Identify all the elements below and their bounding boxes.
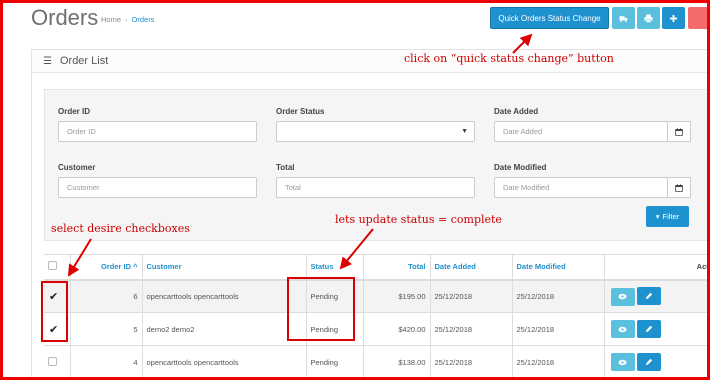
shipping-button[interactable] xyxy=(612,7,635,29)
breadcrumb-home[interactable]: Home xyxy=(101,15,121,24)
truck-icon xyxy=(619,15,628,22)
row-select-cell xyxy=(44,345,70,377)
customer-cell: opencarttools opencarttools xyxy=(141,279,306,313)
order-status-label: Order Status xyxy=(276,107,325,116)
orders-table: Order ID ^ Customer Status Total Date Ad… xyxy=(44,254,707,377)
annotation-select-checkboxes: select desire checkboxes xyxy=(51,222,190,235)
customer-header[interactable]: Customer xyxy=(141,254,306,281)
pencil-icon xyxy=(645,358,652,365)
action-cell xyxy=(603,345,707,377)
pencil-icon xyxy=(645,325,652,332)
edit-button[interactable] xyxy=(636,319,661,338)
annotation-quick-status: click on “quick status change” button xyxy=(404,52,614,65)
plus-icon xyxy=(669,14,678,22)
date-added-calendar-button[interactable] xyxy=(668,121,691,142)
date-modified-cell: 25/12/2018 xyxy=(511,279,604,313)
filter-button[interactable]: ▾ Filter xyxy=(646,206,689,227)
annotation-update-status: lets update status = complete xyxy=(335,213,502,226)
date-added-cell: 25/12/2018 xyxy=(429,279,512,313)
print-icon xyxy=(644,13,653,23)
orders-page: Orders Home › Orders Quick Orders Status C… xyxy=(3,3,707,377)
date-added-header[interactable]: Date Added xyxy=(429,254,512,281)
action-cell xyxy=(603,312,707,346)
pencil-icon xyxy=(645,292,652,300)
action-cell xyxy=(603,279,707,313)
date-added-cell: 25/12/2018 xyxy=(429,312,512,346)
table-header-row: Order ID ^ Customer Status Total Date Ad… xyxy=(44,254,707,281)
delete-button[interactable] xyxy=(688,7,707,29)
table-row: ✔ 5 demo2 demo2 Pending $420.00 25/12/20… xyxy=(44,312,707,346)
table-row: ✔ 6 opencarttools opencarttools Pending … xyxy=(44,279,707,313)
total-input[interactable]: Total xyxy=(276,177,475,198)
select-all-cell xyxy=(44,254,70,281)
page-title: Orders xyxy=(31,5,99,30)
customer-input[interactable]: Customer xyxy=(58,177,257,198)
order-id-label: Order ID xyxy=(58,107,91,116)
order-status-select[interactable]: ▼ xyxy=(276,121,475,142)
filter-button-label: Filter xyxy=(662,212,680,221)
date-modified-calendar-button[interactable] xyxy=(668,177,691,198)
calendar-icon xyxy=(675,127,683,136)
list-icon: ☰ xyxy=(43,55,52,67)
order-id-header[interactable]: Order ID ^ xyxy=(69,254,142,281)
row-checkbox[interactable] xyxy=(48,356,57,366)
calendar-icon xyxy=(675,183,683,192)
view-button[interactable] xyxy=(610,287,635,306)
breadcrumb: Home › Orders xyxy=(101,15,155,24)
print-button[interactable] xyxy=(637,7,660,29)
customer-cell: opencarttools opencarttools xyxy=(141,345,306,377)
date-modified-label: Date Modified xyxy=(494,163,547,172)
customer-cell: demo2 demo2 xyxy=(141,312,306,346)
checkbox-highlight-box xyxy=(41,281,68,342)
date-modified-cell: 25/12/2018 xyxy=(511,345,604,377)
sort-asc-icon: ^ xyxy=(133,262,138,272)
date-added-label: Date Added xyxy=(494,107,539,116)
edit-button[interactable] xyxy=(636,287,661,305)
filter-icon: ▾ xyxy=(655,212,660,221)
status-header[interactable]: Status xyxy=(305,254,363,281)
order-id-cell: 6 xyxy=(69,279,142,313)
date-added-input[interactable]: Date Added xyxy=(494,121,668,142)
add-order-button[interactable] xyxy=(662,7,685,29)
panel-title: Order List xyxy=(59,55,109,67)
status-cell: Pending xyxy=(305,345,363,377)
total-cell: $420.00 xyxy=(362,312,430,346)
total-cell: $138.00 xyxy=(362,345,430,377)
edit-button[interactable] xyxy=(636,352,661,371)
order-id-cell: 5 xyxy=(69,312,142,346)
date-modified-header[interactable]: Date Modified xyxy=(511,254,604,281)
table-row: 4 opencarttools opencarttools Pending $1… xyxy=(44,345,707,377)
caret-down-icon: ▼ xyxy=(461,128,468,135)
view-button[interactable] xyxy=(610,320,635,339)
quick-orders-status-change-button[interactable]: Quick Orders Status Change xyxy=(490,7,609,29)
order-id-input[interactable]: Order ID xyxy=(58,121,257,142)
eye-icon xyxy=(618,326,627,332)
view-button[interactable] xyxy=(610,353,635,372)
total-header[interactable]: Total xyxy=(362,254,430,281)
eye-icon xyxy=(618,359,627,365)
date-modified-input[interactable]: Date Modified xyxy=(494,177,668,198)
customer-label: Customer xyxy=(58,163,96,172)
select-all-checkbox[interactable] xyxy=(48,261,57,271)
action-header: Action xyxy=(603,254,707,281)
date-added-cell: 25/12/2018 xyxy=(429,345,512,377)
order-id-cell: 4 xyxy=(69,345,142,377)
total-cell: $195.00 xyxy=(362,279,430,313)
date-modified-cell: 25/12/2018 xyxy=(511,312,604,346)
breadcrumb-orders[interactable]: Orders xyxy=(132,15,155,24)
total-label: Total xyxy=(276,163,295,172)
status-highlight-box xyxy=(287,277,355,341)
eye-icon xyxy=(618,293,627,300)
